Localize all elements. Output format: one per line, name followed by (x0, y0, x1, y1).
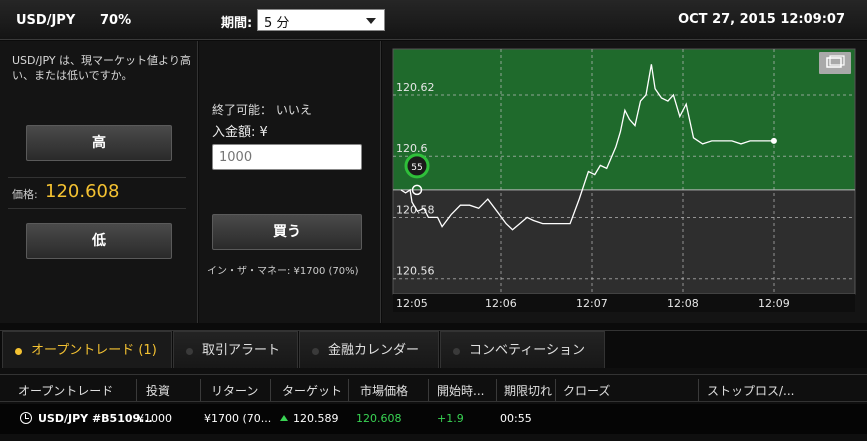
divider (496, 379, 497, 401)
tab-dot-icon (15, 348, 22, 355)
col-investment[interactable]: 投資 (146, 382, 170, 399)
countdown-label: 55 (411, 163, 422, 173)
amount-label: 入金額: ¥ (212, 125, 268, 140)
divider (555, 379, 556, 401)
table-row[interactable]: USD/JPY #B5109... ¥1000 ¥1700 (70... 120… (0, 404, 867, 434)
chevron-down-icon (366, 18, 376, 24)
target-value: 120.589 (293, 412, 339, 425)
tab-dot-icon (453, 348, 460, 355)
period-value: 5 分 (264, 16, 290, 31)
divider (8, 208, 186, 209)
divider (428, 379, 429, 401)
price-chart-svg: 120.62 120.6 120.58 120.56 12:05 12:06 12:07 12… (392, 48, 856, 312)
x-tick-label: 12:05 (396, 297, 428, 310)
current-price-dot (770, 137, 777, 144)
cell-return: ¥1700 (70... (204, 412, 272, 425)
col-target[interactable]: ターゲット (282, 382, 342, 399)
tab-financial-calendar[interactable]: 金融カレンダー (299, 331, 439, 369)
higher-zone (393, 49, 855, 190)
datetime: OCT 27, 2015 12:09:07 (678, 12, 845, 27)
col-open-trade[interactable]: オープントレード (18, 382, 113, 399)
direction-panel: USD/JPY は、現マーケット値より高い、または低いですか。 高 価格: 12… (0, 41, 198, 323)
y-tick-label: 120.56 (396, 265, 435, 278)
cell-change: +1.9 (437, 412, 464, 425)
divider (348, 379, 349, 401)
expand-button (819, 52, 851, 74)
cell-market-price: 120.608 (356, 412, 402, 425)
table-header: オープントレード 投資 リターン ターゲット 市場価格 開始時... 期限切れ … (0, 374, 867, 402)
price-chart: 120.62 120.6 120.58 120.56 12:05 12:06 12:07 12… (382, 41, 867, 323)
x-tick-label: 12:06 (485, 297, 517, 310)
col-expiry[interactable]: 期限切れ (504, 382, 552, 399)
in-the-money-text: イン・ザ・マネー: ¥1700 (70%) (207, 266, 359, 277)
high-button[interactable]: 高 (26, 125, 172, 161)
amount-input[interactable] (212, 144, 362, 170)
y-tick-label: 120.58 (396, 203, 435, 216)
divider (200, 379, 201, 401)
order-panel: 終了可能： いいえ 入金額: ¥ 買う イン・ザ・マネー: ¥1700 (70%… (199, 41, 381, 323)
divider (8, 177, 186, 178)
divider (698, 379, 699, 401)
arrow-up-icon (280, 415, 288, 421)
period-label: 期間: (221, 16, 253, 31)
tab-label: 金融カレンダー (328, 343, 420, 358)
x-tick-label: 12:07 (576, 297, 608, 310)
col-start-time[interactable]: 開始時... (437, 382, 484, 399)
tab-label: コンベティーション (469, 343, 585, 358)
col-return[interactable]: リターン (211, 382, 258, 399)
x-tick-label: 12:09 (758, 297, 790, 310)
divider (136, 379, 137, 401)
y-tick-label: 120.6 (396, 142, 428, 155)
question-text: USD/JPY は、現マーケット値より高い、または低いですか。 (12, 54, 191, 82)
cell-asset: USD/JPY #B5109... (38, 412, 153, 425)
price-label: 価格: (12, 188, 38, 201)
divider (270, 379, 271, 401)
payout-percent: 70% (100, 13, 132, 28)
asset-pair: USD/JPY (16, 13, 76, 28)
x-tick-label: 12:08 (667, 297, 699, 310)
tab-competition[interactable]: コンベティーション (440, 331, 605, 369)
cell-investment: ¥1000 (137, 412, 172, 425)
early-close-text: 終了可能： いいえ (212, 103, 312, 117)
cell-expiry: 00:55 (500, 412, 532, 425)
col-market-price[interactable]: 市場価格 (360, 382, 408, 399)
current-price: 120.608 (45, 181, 120, 202)
low-button[interactable]: 低 (26, 223, 172, 259)
tab-label: オープントレード (1) (31, 343, 157, 358)
tab-dot-icon (186, 348, 193, 355)
tab-open-trades[interactable]: オープントレード (1) (2, 331, 172, 369)
period-select[interactable]: 5 分 (257, 9, 385, 31)
buy-button[interactable]: 買う (212, 214, 362, 250)
tab-trade-alerts[interactable]: 取引アラート (173, 331, 298, 369)
top-bar: USD/JPY 70% 期間: 5 分 OCT 27, 2015 12:09:0… (0, 0, 867, 40)
tab-label: 取引アラート (202, 343, 281, 358)
bottom-tabs: オープントレード (1) 取引アラート 金融カレンダー コンベティーション (0, 330, 867, 369)
cell-target: 120.589 (280, 412, 339, 425)
clock-icon (20, 412, 32, 424)
col-stop-loss[interactable]: ストップロス/... (707, 382, 795, 399)
col-close[interactable]: クローズ (563, 382, 610, 399)
tab-dot-icon (312, 348, 319, 355)
y-tick-label: 120.62 (396, 81, 435, 94)
open-trades-table: オープントレード 投資 リターン ターゲット 市場価格 開始時... 期限切れ … (0, 368, 867, 441)
